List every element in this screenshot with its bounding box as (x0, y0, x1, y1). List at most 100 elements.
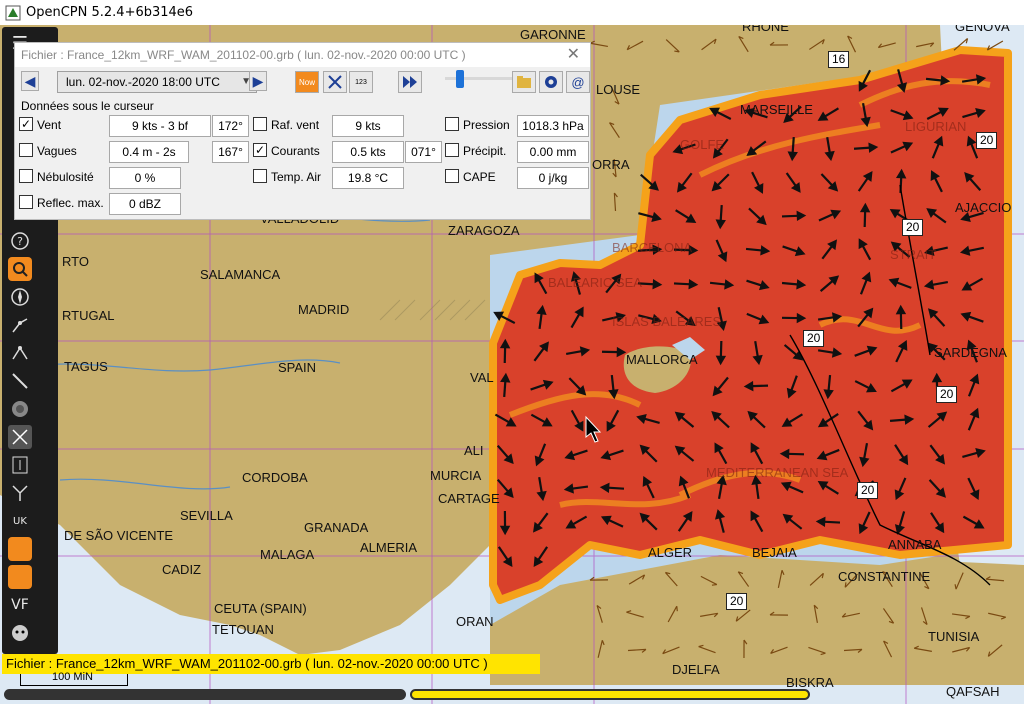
reflec-label: Reflec. max. (37, 196, 104, 210)
husky-icon[interactable] (8, 621, 32, 645)
cape-value: 0 j/kg (517, 167, 589, 189)
place-label: MURCIA (430, 468, 482, 483)
place-label: ALI (464, 443, 484, 458)
precip-value: 0.00 mm (517, 141, 589, 163)
cape-label: CAPE (463, 170, 496, 184)
email-request-icon[interactable]: @ (566, 71, 590, 93)
place-label: SPAIN (278, 360, 317, 375)
svg-text:?: ? (17, 235, 23, 248)
window-titlebar: OpenCPN 5.2.4+6b314e6 (0, 0, 1024, 25)
zoom-to-center-icon[interactable] (323, 71, 347, 93)
place-label: ANNABA (888, 537, 942, 552)
open-file-icon[interactable] (512, 71, 536, 93)
vagues-value: 0.4 m - 2s (109, 141, 189, 163)
reflec-value: 0 dBZ (109, 193, 181, 215)
opencpn-app-icon (5, 5, 21, 20)
reflec-checkbox[interactable] (19, 195, 33, 209)
pression-label: Pression (463, 118, 510, 132)
place-label: ISLAS BALEARES (612, 314, 722, 329)
vent-direction: 172° (212, 115, 249, 137)
route-badge: 20 (902, 219, 924, 236)
place-label: STRAIT (890, 247, 937, 262)
pression-checkbox[interactable] (445, 117, 459, 131)
interval-button[interactable]: 123 (349, 71, 373, 93)
temp-air-checkbox[interactable] (253, 169, 267, 183)
place-label: ALGER (648, 545, 693, 560)
current-arrow (613, 192, 618, 212)
raf-vent-label: Raf. vent (271, 118, 320, 132)
place-label: LOUSE (596, 82, 641, 97)
place-label: MADRID (298, 302, 350, 317)
play-icon[interactable] (398, 71, 422, 93)
nebulosite-checkbox[interactable] (19, 169, 33, 183)
precip-checkbox[interactable] (445, 143, 459, 157)
cape-checkbox[interactable] (445, 169, 459, 183)
place-label: BALEARIC SEA (548, 275, 642, 290)
vagues-direction: 167° (212, 141, 249, 163)
place-label: MALLORCA (626, 352, 698, 367)
chart-bar-left[interactable] (4, 689, 406, 700)
time-select[interactable]: lun. 02-nov.-2020 18:00 UTC ▼ (57, 71, 257, 93)
ais-icon[interactable] (8, 397, 32, 421)
place-label: CARTAGE (438, 491, 500, 506)
measure-icon[interactable] (8, 369, 32, 393)
route-icon[interactable] (8, 313, 32, 337)
now-button[interactable]: Now (295, 71, 319, 93)
grib-dialog-title: Fichier : France_12km_WRF_WAM_201102-00.… (15, 43, 590, 67)
place-label: DE SÃO VICENTE (64, 528, 174, 543)
route-badge: 20 (936, 386, 958, 403)
place-label: MARSEILLE (740, 102, 813, 117)
place-label: VAL (470, 370, 494, 385)
vagues-checkbox[interactable] (19, 143, 33, 157)
route-badge: 20 (726, 593, 748, 610)
next-time-button[interactable]: ▶ (249, 71, 267, 91)
help-icon[interactable]: ? (8, 229, 32, 253)
place-label: GENOVA (955, 25, 1010, 34)
vent-value: 9 kts - 3 bf (109, 115, 211, 137)
time-slider-thumb[interactable] (456, 70, 464, 88)
vent-checkbox[interactable]: ✓ (19, 117, 33, 131)
place-label: BISKRA (786, 675, 834, 690)
place-label: CONSTANTINE (838, 569, 931, 584)
uk-chart-icon[interactable]: UK (8, 509, 32, 533)
vf-icon[interactable]: VF (8, 593, 32, 617)
layer-mark-icon[interactable] (8, 565, 32, 589)
place-label: CORDOBA (242, 470, 308, 485)
place-label: GARONNE (520, 27, 586, 42)
window-title: OpenCPN 5.2.4+6b314e6 (26, 5, 194, 20)
raf-vent-value: 9 kts (332, 115, 404, 137)
interval-button-label: 123 (355, 78, 367, 86)
settings-icon[interactable] (539, 71, 563, 93)
close-icon[interactable]: ✕ (567, 45, 580, 65)
compass-icon[interactable] (8, 285, 32, 309)
layer-mark-icon[interactable] (8, 537, 32, 561)
place-label: ZARAGOZA (448, 223, 520, 238)
vent-label: Vent (37, 118, 62, 132)
current-arrow (769, 41, 789, 46)
courants-checkbox[interactable]: ✓ (253, 143, 267, 157)
precip-label: Précipit. (463, 144, 507, 158)
temp-air-label: Temp. Air (271, 170, 322, 184)
current-arrow (738, 35, 749, 53)
zoom-icon[interactable] (8, 257, 32, 281)
prev-time-button[interactable]: ◀ (21, 71, 39, 91)
temp-air-value: 19.8 °C (332, 167, 404, 189)
nebulosite-value: 0 % (109, 167, 181, 189)
time-select-value: lun. 02-nov.-2020 18:00 UTC (66, 75, 220, 89)
track-icon[interactable] (8, 341, 32, 365)
chart-bar-right[interactable] (410, 689, 810, 700)
place-label: RTO (62, 254, 89, 269)
now-button-label: Now (298, 77, 315, 87)
place-label: RHONE (742, 25, 789, 34)
current-arrow (847, 35, 857, 53)
current-arrow (877, 42, 896, 49)
raf-vent-checkbox[interactable] (253, 117, 267, 131)
courants-value: 0.5 kts (332, 141, 404, 163)
grib-icon[interactable] (8, 481, 32, 505)
place-label: MEDITERRANEAN SEA (706, 465, 849, 480)
tide-icon[interactable] (8, 425, 32, 449)
current-arrow (665, 39, 680, 53)
grib-dialog: Fichier : France_12km_WRF_WAM_201102-00.… (14, 42, 591, 220)
vagues-label: Vagues (37, 144, 77, 158)
current-icon[interactable] (8, 453, 32, 477)
